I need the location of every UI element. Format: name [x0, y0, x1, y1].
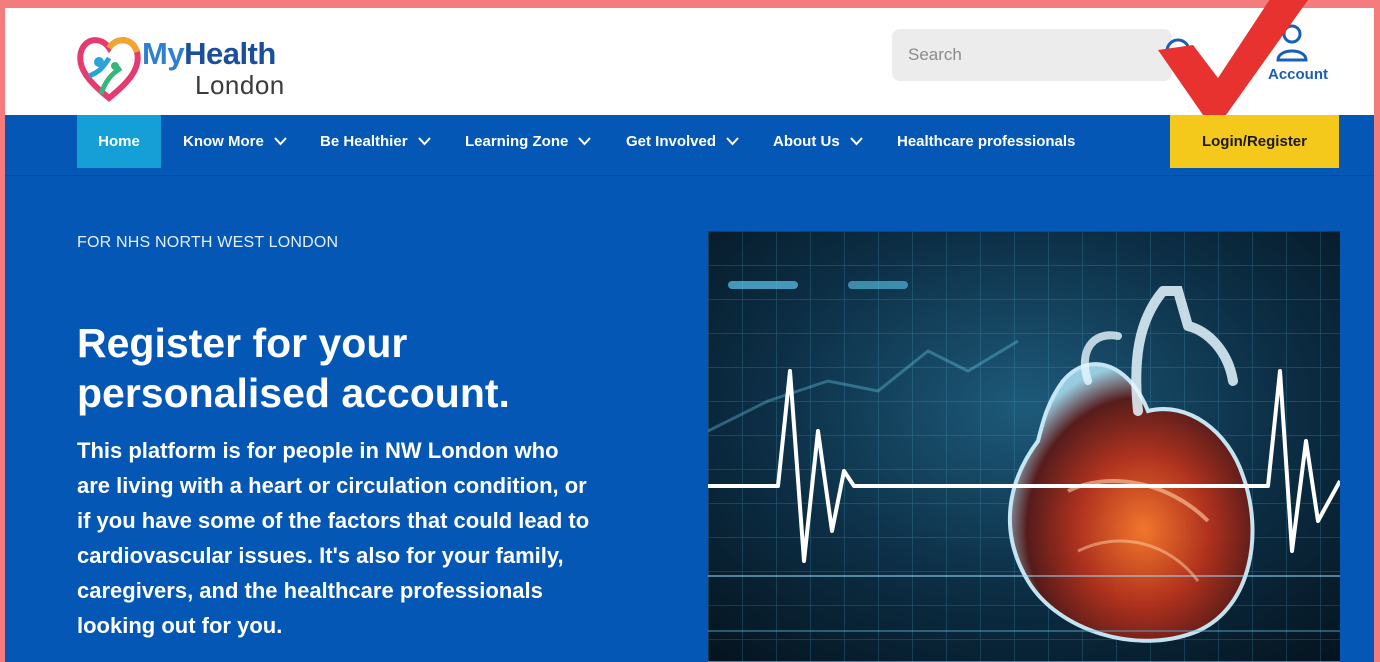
chevron-down-icon: [578, 137, 592, 146]
chevron-down-icon: [274, 137, 287, 146]
nav-item-healthcare-professionals[interactable]: Healthcare professionals: [897, 115, 1075, 168]
chevron-down-icon: [849, 137, 863, 146]
heart-person-logo-icon: [77, 37, 141, 102]
login-register-button[interactable]: Login/Register: [1170, 115, 1339, 168]
nav-item-about-us[interactable]: About Us: [773, 115, 863, 168]
nav-item-be-healthier[interactable]: Be Healthier: [320, 115, 431, 168]
red-checkmark-arrow-icon: [1158, 0, 1308, 115]
search-input[interactable]: [892, 29, 1172, 81]
nav-item-learning-zone[interactable]: Learning Zone: [465, 115, 592, 168]
logo-wordmark: MyHealth: [142, 36, 276, 72]
chevron-down-icon: [417, 137, 431, 146]
hero-title: Register for your personalised account.: [77, 320, 510, 416]
hero-eyebrow: FOR NHS NORTH WEST LONDON: [77, 234, 339, 251]
logo-my-text: My: [142, 36, 185, 71]
main-nav: Home Know More Be Healthier Learning Zon…: [5, 115, 1374, 176]
heart-ecg-image: [708, 231, 1340, 662]
nav-item-label: Home: [98, 133, 140, 150]
site-logo[interactable]: MyHealth London: [75, 32, 315, 104]
hero-description: This platform is for people in NW London…: [77, 438, 590, 638]
nav-item-label: About Us: [773, 133, 840, 150]
nav-item-label: Learning Zone: [465, 133, 569, 150]
logo-london-text: London: [195, 70, 285, 100]
nav-item-know-more[interactable]: Know More: [183, 115, 287, 168]
nav-item-get-involved[interactable]: Get Involved: [626, 115, 739, 168]
nav-item-label: Know More: [183, 133, 264, 150]
nav-item-home[interactable]: Home: [77, 115, 161, 168]
nav-item-label: Be Healthier: [320, 133, 408, 150]
nav-item-label: Healthcare professionals: [897, 133, 1076, 150]
logo-health-text: Health: [184, 36, 276, 71]
nav-item-label: Get Involved: [626, 133, 717, 150]
chevron-down-icon: [726, 137, 739, 146]
